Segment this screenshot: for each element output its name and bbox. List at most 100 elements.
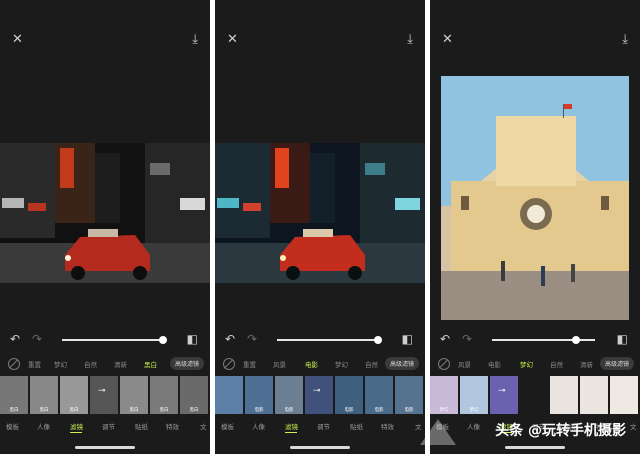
filter-categories: 风景 电影 梦幻 自然 清新 高级滤镜 (430, 357, 640, 373)
editor-panel-3: ✕ ⤓ ↶ ↷ ◧ 风景 电影 梦幻 自然 清新 高级滤镜 梦幻 梦幻 ⊸ 人像… (430, 0, 640, 454)
advanced-filter-button[interactable]: 高级滤镜 (599, 357, 634, 370)
filter-thumbnails: 电影 电影 ⊸ 电影 电影 电影 (215, 376, 425, 416)
category-item-active[interactable]: 黑白 (144, 359, 157, 369)
home-indicator (75, 446, 135, 449)
tab-item[interactable]: 贴纸 (135, 421, 148, 431)
compare-icon[interactable]: ◧ (402, 332, 413, 346)
filter-thumb[interactable]: 电影 (275, 376, 303, 414)
tab-item[interactable]: 调节 (102, 421, 115, 431)
intensity-slider[interactable] (277, 336, 382, 344)
filter-thumb[interactable]: 电影 (395, 376, 423, 414)
filter-thumb-selected[interactable]: ⊸ (490, 376, 518, 414)
intensity-slider[interactable] (492, 336, 595, 344)
filter-thumb[interactable]: 电影 (245, 376, 273, 414)
photo-preview (0, 143, 210, 283)
adjust-icon: ⊸ (498, 386, 506, 396)
no-filter-icon[interactable] (438, 358, 450, 370)
advanced-filter-button[interactable]: 高级滤镜 (169, 357, 204, 370)
category-item[interactable]: 自然 (84, 359, 97, 369)
category-item[interactable]: 清新 (580, 359, 593, 369)
redo-icon[interactable]: ↷ (247, 332, 257, 346)
filter-thumb[interactable]: 电影 (335, 376, 363, 414)
slider-knob[interactable] (159, 336, 167, 344)
editor-panel-1: ✕ ⤓ ↶ ↷ ◧ 重置 梦幻 自然 清新 黑白 高级滤镜 黑白 黑白 黑白 ⊸… (0, 0, 210, 454)
filter-thumb[interactable] (580, 376, 608, 414)
undo-icon[interactable]: ↶ (440, 332, 450, 346)
active-tab-underline (285, 432, 297, 433)
filter-thumb[interactable]: 黑白 (180, 376, 208, 414)
category-item[interactable]: 清新 (114, 359, 127, 369)
category-item[interactable]: 风景 (273, 359, 286, 369)
tab-item[interactable]: 人像 (37, 421, 50, 431)
tab-item[interactable]: 模板 (6, 421, 19, 431)
undo-icon[interactable]: ↶ (10, 332, 20, 346)
tab-item[interactable]: 特效 (381, 421, 394, 431)
filter-thumb[interactable] (610, 376, 638, 414)
intensity-slider[interactable] (62, 336, 167, 344)
category-item-active[interactable]: 梦幻 (520, 359, 533, 369)
photo-preview (215, 143, 425, 283)
tab-item[interactable]: 文 (630, 421, 637, 431)
category-item-active[interactable]: 电影 (305, 359, 318, 369)
filter-thumb-selected[interactable]: ⊸ (305, 376, 333, 414)
tab-item[interactable]: 人像 (252, 421, 265, 431)
filter-thumb[interactable]: 梦幻 (460, 376, 488, 414)
advanced-filter-button[interactable]: 高级滤镜 (384, 357, 419, 370)
edit-controls: ↶ ↷ ◧ (0, 331, 210, 349)
download-icon[interactable]: ⤓ (622, 33, 628, 46)
filter-thumb-selected[interactable]: ⊸ (90, 376, 118, 414)
tab-item[interactable]: 文 (200, 421, 207, 431)
tab-item[interactable]: 调节 (317, 421, 330, 431)
redo-icon[interactable]: ↷ (462, 332, 472, 346)
watermark-logo (420, 419, 456, 445)
photo-preview (441, 76, 629, 320)
category-item[interactable]: 重置 (243, 359, 256, 369)
filter-thumb[interactable]: 电影 (365, 376, 393, 414)
filter-thumb[interactable]: 梦幻 (430, 376, 458, 414)
filter-thumb[interactable]: 黑白 (120, 376, 148, 414)
tab-item-active[interactable]: 滤镜 (285, 421, 298, 431)
tab-item[interactable]: 特效 (166, 421, 179, 431)
category-item[interactable]: 梦幻 (54, 359, 67, 369)
filter-categories: 重置 梦幻 自然 清新 黑白 高级滤镜 (0, 357, 210, 373)
filter-thumb[interactable]: 黑白 (150, 376, 178, 414)
category-item[interactable]: 自然 (365, 359, 378, 369)
adjust-icon: ⊸ (98, 386, 106, 396)
filter-thumbnails: 黑白 黑白 黑白 ⊸ 黑白 黑白 黑白 (0, 376, 210, 416)
adjust-icon: ⊸ (313, 386, 321, 396)
close-icon[interactable]: ✕ (12, 33, 23, 46)
filter-thumbnails: 梦幻 梦幻 ⊸ (430, 376, 640, 416)
tab-item[interactable]: 人像 (467, 421, 480, 431)
no-filter-icon[interactable] (8, 358, 20, 370)
filter-thumb[interactable]: 黑白 (30, 376, 58, 414)
compare-icon[interactable]: ◧ (187, 332, 198, 346)
download-icon[interactable]: ⤓ (192, 33, 198, 46)
compare-icon[interactable]: ◧ (617, 332, 628, 346)
category-item[interactable]: 自然 (550, 359, 563, 369)
filter-thumb[interactable] (215, 376, 243, 414)
tab-item-active[interactable]: 滤镜 (70, 421, 83, 431)
edit-controls: ↶ ↷ ◧ (215, 331, 425, 349)
redo-icon[interactable]: ↷ (32, 332, 42, 346)
home-indicator (505, 446, 565, 449)
bottom-tabs: 模板 人像 滤镜 调节 贴纸 特效 文 (215, 421, 425, 433)
watermark-text: 头条 @玩转手机摄影 (495, 423, 626, 439)
filter-thumb[interactable]: 黑白 (0, 376, 28, 414)
undo-icon[interactable]: ↶ (225, 332, 235, 346)
active-tab-underline (70, 432, 82, 433)
category-item[interactable]: 梦幻 (335, 359, 348, 369)
tab-item[interactable]: 贴纸 (350, 421, 363, 431)
filter-thumb[interactable] (550, 376, 578, 414)
category-item[interactable]: 风景 (458, 359, 471, 369)
close-icon[interactable]: ✕ (227, 33, 238, 46)
filter-thumb[interactable]: 黑白 (60, 376, 88, 414)
tab-item[interactable]: 模板 (221, 421, 234, 431)
no-filter-icon[interactable] (223, 358, 235, 370)
close-icon[interactable]: ✕ (442, 33, 453, 46)
editor-panel-2: ✕ ⤓ ↶ ↷ ◧ 重置 风景 电影 梦幻 自然 高级滤镜 电影 电影 ⊸ 电影… (215, 0, 425, 454)
slider-knob[interactable] (374, 336, 382, 344)
category-item[interactable]: 电影 (488, 359, 501, 369)
slider-knob[interactable] (572, 336, 580, 344)
download-icon[interactable]: ⤓ (407, 33, 413, 46)
category-item[interactable]: 重置 (28, 359, 41, 369)
